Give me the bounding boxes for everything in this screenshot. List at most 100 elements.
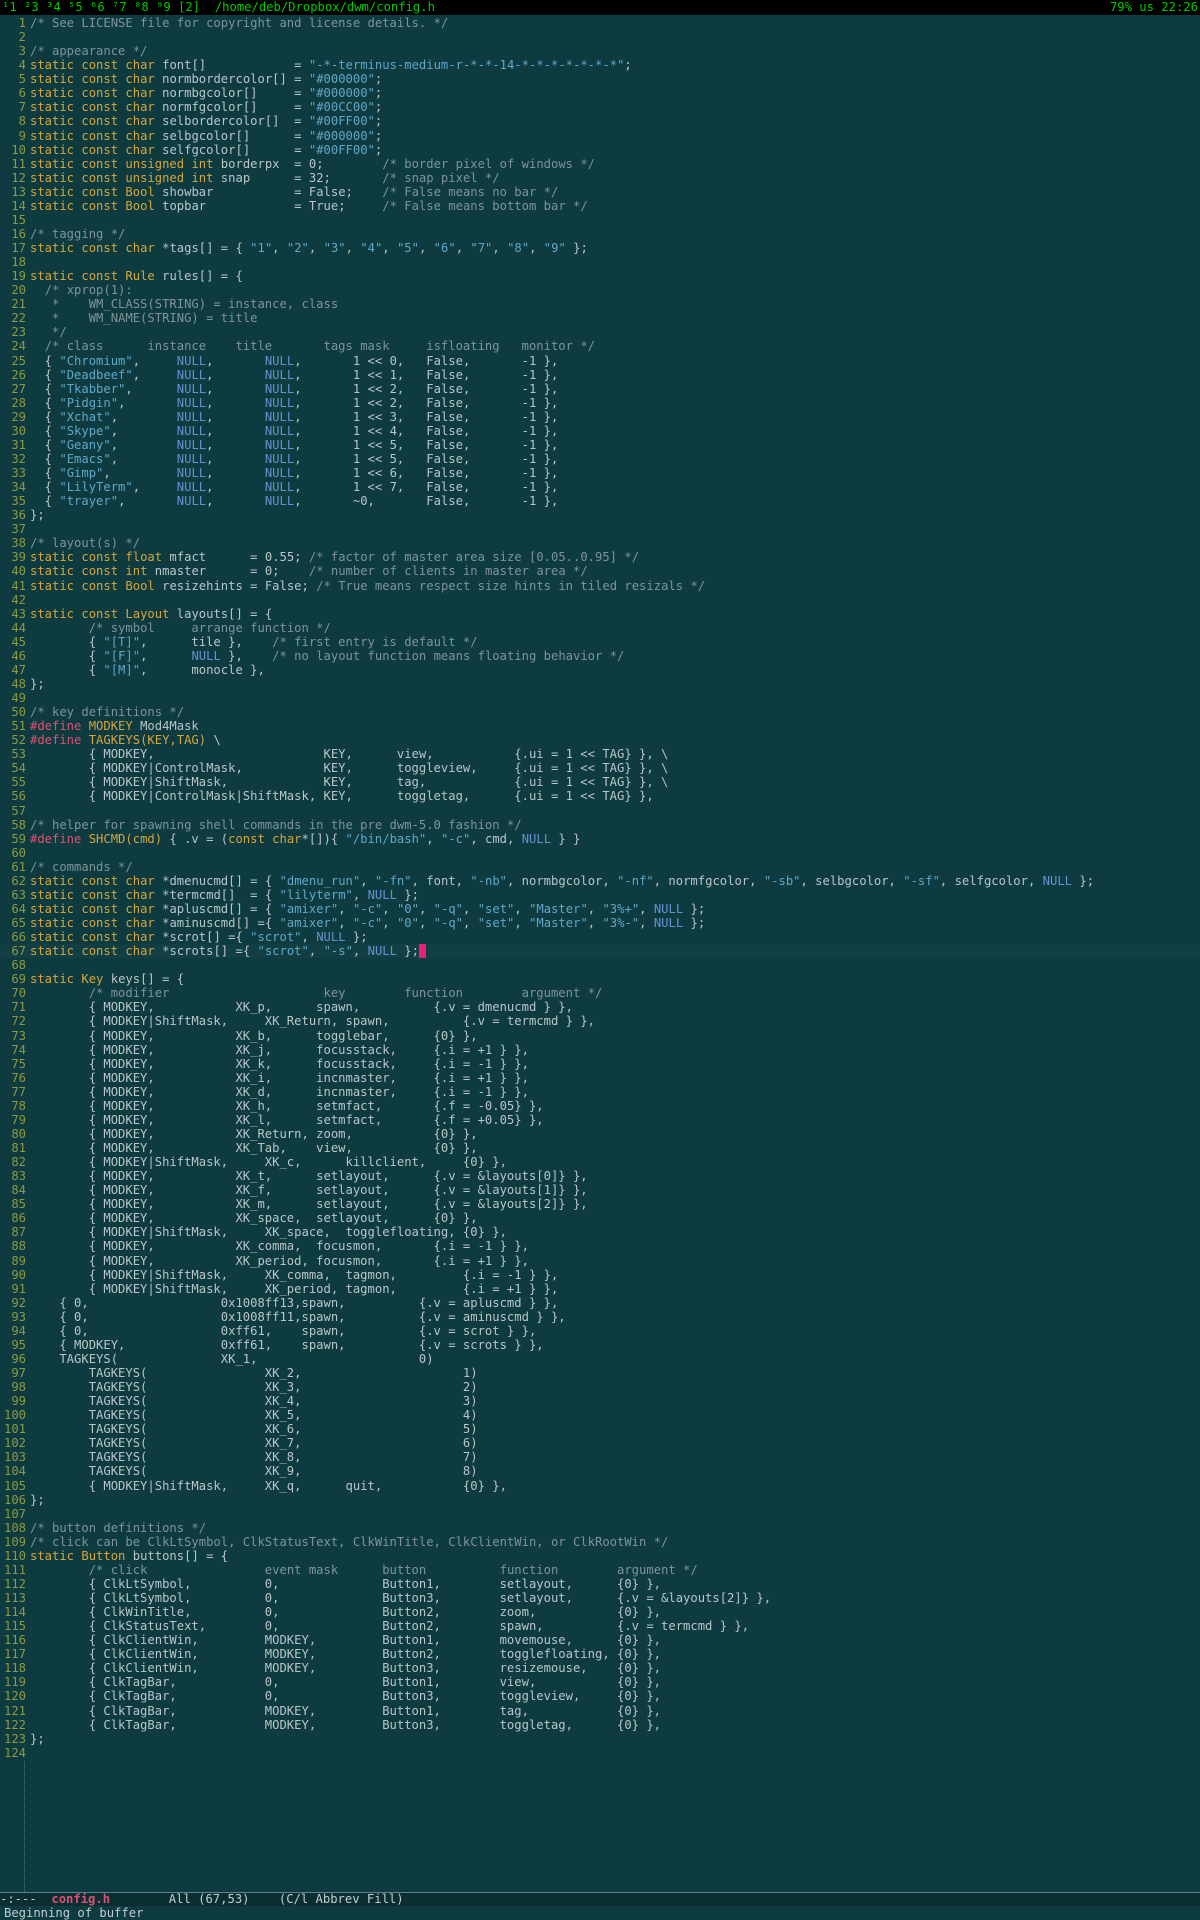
code-line[interactable]: 8 static const char selbordercolor[] = "#…: [0, 114, 1200, 128]
code-line[interactable]: 51 #define MODKEY Mod4Mask: [0, 719, 1200, 733]
code-line[interactable]: 102 TAGKEYS( XK_7, 6): [0, 1436, 1200, 1450]
code-line[interactable]: 13 static const Bool showbar = False; /* …: [0, 185, 1200, 199]
code-line[interactable]: 17 static const char *tags[] = { "1", "2"…: [0, 241, 1200, 255]
code-line[interactable]: 46 { "[F]", NULL }, /* no layout functio…: [0, 649, 1200, 663]
code-line[interactable]: 85 { MODKEY, XK_m, setlayout, {.v = &lay…: [0, 1197, 1200, 1211]
code-line[interactable]: 66 static const char *scrot[] ={ "scrot",…: [0, 930, 1200, 944]
code-line[interactable]: 73 { MODKEY, XK_b, togglebar, {0} },: [0, 1029, 1200, 1043]
code-line[interactable]: 12 static const unsigned int snap = 32; /…: [0, 171, 1200, 185]
code-line[interactable]: 96 TAGKEYS( XK_1, 0): [0, 1352, 1200, 1366]
code-line[interactable]: 38 /* layout(s) */: [0, 536, 1200, 550]
code-line[interactable]: 49: [0, 691, 1200, 705]
code-line[interactable]: 9 static const char selbgcolor[] = "#0000…: [0, 129, 1200, 143]
code-line[interactable]: 39 static const float mfact = 0.55; /* fa…: [0, 550, 1200, 564]
code-line[interactable]: 72 { MODKEY|ShiftMask, XK_Return, spawn,…: [0, 1014, 1200, 1028]
code-line[interactable]: 86 { MODKEY, XK_space, setlayout, {0} },: [0, 1211, 1200, 1225]
code-line[interactable]: 64 static const char *apluscmd[] = { "ami…: [0, 902, 1200, 916]
code-line[interactable]: 71 { MODKEY, XK_p, spawn, {.v = dmenucmd…: [0, 1000, 1200, 1014]
code-line[interactable]: 113 { ClkLtSymbol, 0, Button3, setlayout…: [0, 1591, 1200, 1605]
code-line[interactable]: 42: [0, 593, 1200, 607]
code-line[interactable]: 114 { ClkWinTitle, 0, Button2, zoom, {0}…: [0, 1605, 1200, 1619]
code-line[interactable]: 22 * WM_NAME(STRING) = title: [0, 311, 1200, 325]
code-line[interactable]: 18: [0, 255, 1200, 269]
code-line[interactable]: 5 static const char normbordercolor[] = "…: [0, 72, 1200, 86]
code-line[interactable]: 2: [0, 30, 1200, 44]
code-line[interactable]: 91 { MODKEY|ShiftMask, XK_period, tagmon…: [0, 1282, 1200, 1296]
code-line[interactable]: 60: [0, 846, 1200, 860]
code-line[interactable]: 27 { "Tkabber", NULL, NULL, 1 << 2, Fals…: [0, 382, 1200, 396]
code-line[interactable]: 98 TAGKEYS( XK_3, 2): [0, 1380, 1200, 1394]
code-line[interactable]: 109 /* click can be ClkLtSymbol, ClkStatu…: [0, 1535, 1200, 1549]
code-line[interactable]: 20 /* xprop(1):: [0, 283, 1200, 297]
code-line[interactable]: 37: [0, 522, 1200, 536]
code-line[interactable]: 61 /* commands */: [0, 860, 1200, 874]
code-line[interactable]: 69 static Key keys[] = {: [0, 972, 1200, 986]
code-line[interactable]: 59 #define SHCMD(cmd) { .v = (const char*…: [0, 832, 1200, 846]
code-line[interactable]: 77 { MODKEY, XK_d, incnmaster, {.i = -1 …: [0, 1085, 1200, 1099]
code-line[interactable]: 75 { MODKEY, XK_k, focusstack, {.i = -1 …: [0, 1057, 1200, 1071]
code-line[interactable]: 28 { "Pidgin", NULL, NULL, 1 << 2, False…: [0, 396, 1200, 410]
code-line[interactable]: 36};: [0, 508, 1200, 522]
code-line[interactable]: 89 { MODKEY, XK_period, focusmon, {.i = …: [0, 1254, 1200, 1268]
code-line[interactable]: 95 { MODKEY, 0xff61, spawn, {.v = scrots…: [0, 1338, 1200, 1352]
code-line[interactable]: 81 { MODKEY, XK_Tab, view, {0} },: [0, 1141, 1200, 1155]
code-line[interactable]: 41 static const Bool resizehints = False;…: [0, 579, 1200, 593]
code-line[interactable]: 92 { 0, 0x1008ff13,spawn, {.v = apluscmd…: [0, 1296, 1200, 1310]
code-line[interactable]: 52 #define TAGKEYS(KEY,TAG) \: [0, 733, 1200, 747]
code-line[interactable]: 76 { MODKEY, XK_i, incnmaster, {.i = +1 …: [0, 1071, 1200, 1085]
code-line[interactable]: 112 { ClkLtSymbol, 0, Button1, setlayout…: [0, 1577, 1200, 1591]
code-line[interactable]: 82 { MODKEY|ShiftMask, XK_c, killclient,…: [0, 1155, 1200, 1169]
code-line[interactable]: 63 static const char *termcmd[] = { "lily…: [0, 888, 1200, 902]
code-line[interactable]: 80 { MODKEY, XK_Return, zoom, {0} },: [0, 1127, 1200, 1141]
code-line[interactable]: 29 { "Xchat", NULL, NULL, 1 << 3, False,…: [0, 410, 1200, 424]
code-line[interactable]: 65 static const char *aminuscmd[] ={ "ami…: [0, 916, 1200, 930]
code-line[interactable]: 50 /* key definitions */: [0, 705, 1200, 719]
code-line[interactable]: 115 { ClkStatusText, 0, Button2, spawn, …: [0, 1619, 1200, 1633]
code-line[interactable]: 14 static const Bool topbar = True; /* Fa…: [0, 199, 1200, 213]
code-line[interactable]: 67 static const char *scrots[] ={ "scrot"…: [0, 944, 1200, 959]
code-line[interactable]: 116 { ClkClientWin, MODKEY, Button1, mov…: [0, 1633, 1200, 1647]
code-line[interactable]: 43 static const Layout layouts[] = {: [0, 607, 1200, 621]
code-line[interactable]: 45 { "[T]", tile }, /* first entry is de…: [0, 635, 1200, 649]
code-line[interactable]: 87 { MODKEY|ShiftMask, XK_space, togglef…: [0, 1225, 1200, 1239]
code-line[interactable]: 53 { MODKEY, KEY, view, {.ui = 1 << TAG}…: [0, 747, 1200, 761]
code-line[interactable]: 70 /* modifier key function argument */: [0, 986, 1200, 1000]
code-line[interactable]: 32 { "Emacs", NULL, NULL, 1 << 5, False,…: [0, 452, 1200, 466]
code-line[interactable]: 55 { MODKEY|ShiftMask, KEY, tag, {.ui = …: [0, 775, 1200, 789]
code-line[interactable]: 88 { MODKEY, XK_comma, focusmon, {.i = -…: [0, 1239, 1200, 1253]
code-line[interactable]: 108 /* button definitions */: [0, 1521, 1200, 1535]
code-line[interactable]: 31 { "Geany", NULL, NULL, 1 << 5, False,…: [0, 438, 1200, 452]
code-line[interactable]: 122 { ClkTagBar, MODKEY, Button3, toggle…: [0, 1718, 1200, 1732]
code-line[interactable]: 26 { "Deadbeef", NULL, NULL, 1 << 1, Fal…: [0, 368, 1200, 382]
code-line[interactable]: 19 static const Rule rules[] = {: [0, 269, 1200, 283]
code-line[interactable]: 21 * WM_CLASS(STRING) = instance, class: [0, 297, 1200, 311]
code-line[interactable]: 106};: [0, 1493, 1200, 1507]
code-line[interactable]: 84 { MODKEY, XK_f, setlayout, {.v = &lay…: [0, 1183, 1200, 1197]
code-line[interactable]: 118 { ClkClientWin, MODKEY, Button3, res…: [0, 1661, 1200, 1675]
code-editor[interactable]: 1 /* See LICENSE file for copyright and l…: [0, 16, 1200, 1892]
code-line[interactable]: 99 TAGKEYS( XK_4, 3): [0, 1394, 1200, 1408]
code-line[interactable]: 117 { ClkClientWin, MODKEY, Button2, tog…: [0, 1647, 1200, 1661]
code-line[interactable]: 6 static const char normbgcolor[] = "#000…: [0, 86, 1200, 100]
code-line[interactable]: 121 { ClkTagBar, MODKEY, Button1, tag, {…: [0, 1704, 1200, 1718]
code-line[interactable]: 35 { "trayer", NULL, NULL, ~0, False, -1…: [0, 494, 1200, 508]
code-line[interactable]: 74 { MODKEY, XK_j, focusstack, {.i = +1 …: [0, 1043, 1200, 1057]
code-line[interactable]: 3 /* appearance */: [0, 44, 1200, 58]
code-line[interactable]: 94 { 0, 0xff61, spawn, {.v = scrot } },: [0, 1324, 1200, 1338]
code-line[interactable]: 7 static const char normfgcolor[] = "#00C…: [0, 100, 1200, 114]
code-line[interactable]: 23 */: [0, 325, 1200, 339]
code-line[interactable]: 104 TAGKEYS( XK_9, 8): [0, 1464, 1200, 1478]
code-line[interactable]: 10 static const char selfgcolor[] = "#00F…: [0, 143, 1200, 157]
code-line[interactable]: 111 /* click event mask button function …: [0, 1563, 1200, 1577]
code-line[interactable]: 11 static const unsigned int borderpx = 0…: [0, 157, 1200, 171]
code-line[interactable]: 48};: [0, 677, 1200, 691]
code-line[interactable]: 1 /* See LICENSE file for copyright and l…: [0, 16, 1200, 30]
code-line[interactable]: 103 TAGKEYS( XK_8, 7): [0, 1450, 1200, 1464]
code-line[interactable]: 101 TAGKEYS( XK_6, 5): [0, 1422, 1200, 1436]
code-line[interactable]: 123};: [0, 1732, 1200, 1746]
code-line[interactable]: 33 { "Gimp", NULL, NULL, 1 << 6, False, …: [0, 466, 1200, 480]
code-line[interactable]: 58 /* helper for spawning shell commands …: [0, 818, 1200, 832]
code-line[interactable]: 119 { ClkTagBar, 0, Button1, view, {0} }…: [0, 1675, 1200, 1689]
minibuffer-echo-area[interactable]: Beginning of buffer: [0, 1906, 1200, 1920]
code-line[interactable]: 34 { "LilyTerm", NULL, NULL, 1 << 7, Fal…: [0, 480, 1200, 494]
